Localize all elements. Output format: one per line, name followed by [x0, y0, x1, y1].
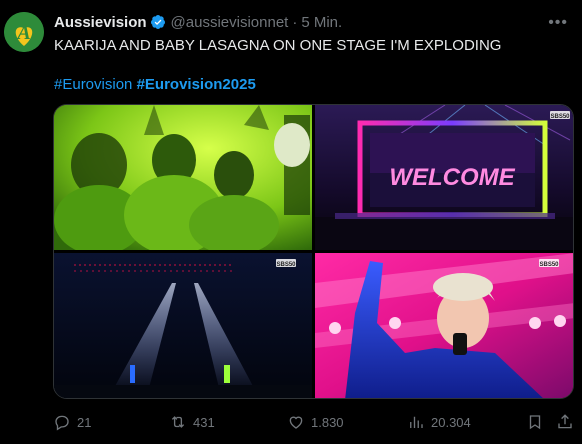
views-icon	[410, 416, 423, 428]
post-header: Aussievision @aussievisionnet · 5 Min. •…	[54, 12, 572, 32]
watermark-sbs: SBS50	[276, 262, 296, 268]
like-icon	[289, 416, 303, 429]
action-bar: 21 431 1.830 20.304	[53, 410, 574, 434]
more-icon[interactable]: •••	[548, 14, 568, 32]
stage-welcome-text: WELCOME	[389, 164, 515, 191]
avatar[interactable]: A	[4, 12, 44, 52]
repost-button[interactable]: 431	[169, 413, 215, 431]
media-grid: WELCOME SBS50 SBS50 SBS50	[53, 104, 574, 399]
share-icon	[558, 414, 572, 429]
like-count: 1.830	[311, 414, 344, 430]
photo-green-performers[interactable]	[54, 105, 312, 250]
watermark-sbs: SBS50	[550, 114, 570, 120]
watermark-sbs: SBS50	[539, 262, 559, 268]
photo-welcome-stage[interactable]: WELCOME SBS50	[315, 105, 573, 250]
views-count: 20.304	[431, 414, 471, 430]
repost-icon	[171, 416, 185, 428]
reply-icon	[55, 415, 69, 431]
repost-count: 431	[193, 414, 215, 430]
avatar-letter: A	[15, 22, 30, 44]
views-button[interactable]: 20.304	[407, 413, 471, 431]
photo-dark-stage[interactable]: SBS50	[54, 253, 312, 398]
photo-singer-closeup[interactable]: SBS50	[315, 253, 573, 398]
author-handle[interactable]: @aussievisionnet	[171, 14, 289, 31]
bookmark-icon	[529, 415, 541, 430]
separator-dot: ·	[292, 13, 298, 31]
like-button[interactable]: 1.830	[287, 413, 344, 431]
reply-button[interactable]: 21	[53, 413, 91, 431]
reply-count: 21	[77, 414, 92, 430]
post-text: KAARIJA AND BABY LASAGNA ON ONE STAGE I'…	[54, 37, 502, 54]
bookmark-button[interactable]	[526, 413, 544, 431]
verified-icon	[150, 15, 165, 29]
post-time[interactable]: 5 Min.	[301, 14, 342, 31]
hashtag-eurovision2025[interactable]: #Eurovision2025	[137, 76, 256, 93]
hashtags: #Eurovision #Eurovision2025	[54, 75, 256, 95]
author-name[interactable]: Aussievision	[54, 14, 147, 31]
hashtag-eurovision[interactable]: #Eurovision	[54, 76, 132, 93]
share-button[interactable]	[556, 413, 574, 431]
